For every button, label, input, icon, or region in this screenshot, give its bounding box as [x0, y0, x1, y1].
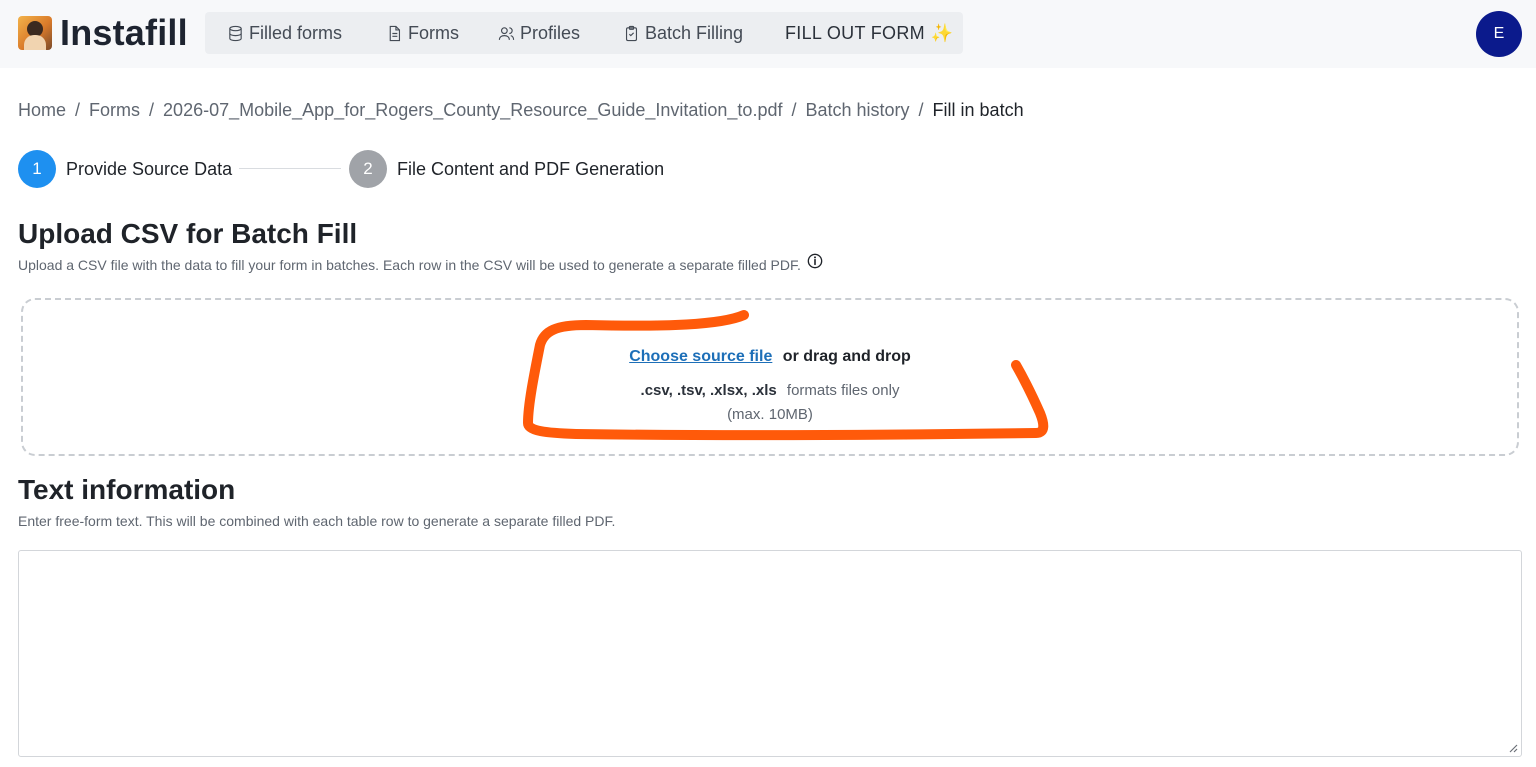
breadcrumb-separator: / — [918, 99, 924, 120]
breadcrumb-separator: / — [149, 99, 155, 120]
nav-item-profiles[interactable]: Profiles — [498, 12, 580, 54]
fill-out-form-button[interactable]: FILL OUT FORM ✨ — [785, 12, 953, 54]
breadcrumb-form-file[interactable]: 2026-07_Mobile_App_for_Rogers_County_Res… — [163, 100, 782, 121]
choose-source-file-link[interactable]: Choose source file — [629, 348, 772, 365]
top-navigation-bar: Instafill Filled forms Forms Profiles Ba… — [0, 0, 1536, 68]
nav-item-batch-filling[interactable]: Batch Filling — [623, 12, 743, 54]
resize-grip-icon[interactable] — [1506, 741, 1518, 753]
max-file-size: (max. 10MB) — [727, 406, 813, 423]
accepted-formats: .csv, .tsv, .xlsx, .xls — [640, 382, 777, 399]
brand-name: Instafill — [60, 12, 188, 53]
nav-item-label: Forms — [408, 22, 459, 43]
nav-item-label: Batch Filling — [645, 22, 744, 43]
nav-item-filled-forms[interactable]: Filled forms — [227, 12, 342, 54]
clipboard-check-icon — [625, 25, 638, 41]
brand-logo-icon — [18, 16, 52, 50]
upload-section-description: Upload a CSV file with the data to fill … — [18, 253, 823, 273]
text-info-description: Enter free-form text. This will be combi… — [18, 513, 616, 529]
nav-item-label: Profiles — [520, 22, 581, 43]
upload-description-text: Upload a CSV file with the data to fill … — [18, 257, 801, 273]
file-dropzone[interactable]: Choose source file or drag and drop .csv… — [21, 298, 1519, 456]
upload-section-title: Upload CSV for Batch Fill — [18, 218, 358, 249]
formats-suffix: formats files only — [786, 382, 900, 399]
dropzone-formats: .csv, .tsv, .xlsx, .xls formats files on… — [23, 382, 1517, 399]
step-label: Provide Source Data — [66, 158, 233, 179]
breadcrumb-current: Fill in batch — [932, 99, 1024, 120]
info-icon[interactable] — [807, 253, 823, 269]
step-label: File Content and PDF Generation — [397, 158, 665, 179]
users-icon — [498, 26, 515, 40]
text-info-title: Text information — [18, 474, 236, 505]
sparkle-icon: ✨ — [930, 22, 954, 43]
breadcrumb-separator: / — [791, 99, 797, 120]
main-nav: Filled forms Forms Profiles Batch Fillin… — [205, 12, 963, 54]
step-number: 2 — [349, 150, 387, 188]
step-provide-source-data[interactable]: 1 Provide Source Data — [18, 150, 232, 188]
breadcrumb-separator: / — [75, 99, 81, 120]
breadcrumb-home[interactable]: Home — [18, 100, 66, 121]
user-avatar[interactable]: E — [1476, 11, 1522, 57]
nav-item-forms[interactable]: Forms — [386, 12, 459, 54]
brand[interactable]: Instafill — [18, 14, 188, 52]
nav-item-label: Filled forms — [249, 22, 343, 43]
breadcrumb-batch-history[interactable]: Batch history — [805, 100, 909, 121]
stepper: 1 Provide Source Data 2 File Content and… — [18, 150, 718, 188]
breadcrumb: Home / Forms / 2026-07_Mobile_App_for_Ro… — [18, 98, 1024, 122]
database-icon — [229, 25, 242, 41]
step-connector — [239, 168, 341, 169]
breadcrumb-forms[interactable]: Forms — [89, 100, 140, 121]
free-form-text-input[interactable] — [18, 550, 1522, 757]
dropzone-prompt: Choose source file or drag and drop — [23, 348, 1517, 366]
step-file-content-pdf-generation[interactable]: 2 File Content and PDF Generation — [349, 150, 664, 188]
fill-out-form-label: FILL OUT FORM — [785, 22, 925, 43]
document-icon — [389, 25, 401, 41]
step-number: 1 — [18, 150, 56, 188]
drag-and-drop-text: or drag and drop — [782, 348, 911, 365]
